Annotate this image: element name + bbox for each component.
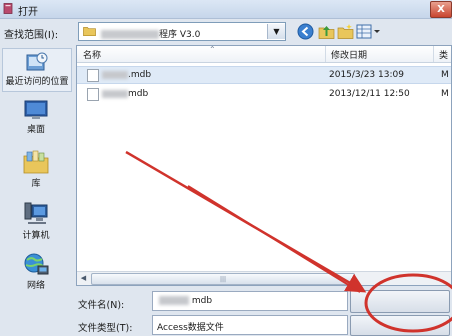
grip-icon: |||: [220, 276, 227, 283]
open-button[interactable]: [350, 290, 450, 313]
file-name: .mdb: [102, 70, 151, 80]
place-library-label: 库: [31, 179, 41, 189]
blurred-text: [101, 30, 159, 39]
places-bar: 最近访问的位置 桌面 库 计算机 网络: [2, 44, 72, 296]
scrollbar-thumb[interactable]: |||: [91, 273, 355, 285]
place-recent-label: 最近访问的位置: [5, 77, 69, 87]
network-icon: [24, 253, 49, 275]
file-icon: [87, 88, 99, 101]
file-name-text: .mdb: [128, 70, 152, 80]
filetype-select[interactable]: Access数据文件: [152, 315, 348, 335]
scroll-left-icon[interactable]: ◀: [78, 273, 89, 284]
back-icon[interactable]: [297, 23, 314, 40]
horizontal-scrollbar[interactable]: ◀ |||: [77, 271, 451, 285]
place-computer[interactable]: 计算机: [2, 202, 70, 241]
folder-icon: [83, 27, 96, 36]
close-button[interactable]: X: [430, 1, 452, 18]
file-date: 2015/3/23 13:09: [329, 70, 404, 80]
title-bar: 打开 X: [0, 0, 452, 19]
place-network-label: 网络: [26, 281, 45, 291]
column-header-type[interactable]: 类: [439, 48, 448, 61]
file-name: mdb: [102, 89, 148, 99]
filetype-value: Access数据文件: [157, 323, 224, 333]
blurred-text: [159, 296, 189, 305]
file-date: 2013/12/11 12:50: [329, 89, 410, 99]
recent-places-icon: [26, 52, 48, 71]
lookin-value: 程序 V3.0: [101, 27, 200, 40]
lookin-label: 查找范围(I):: [4, 30, 59, 41]
column-divider[interactable]: [433, 46, 434, 62]
blurred-text: [102, 89, 128, 98]
file-row[interactable]: .mdb 2015/3/23 13:09 M: [77, 66, 451, 84]
lookin-value-text: 程序 V3.0: [159, 30, 201, 40]
computer-icon: [24, 202, 48, 224]
place-recent[interactable]: 最近访问的位置: [2, 48, 72, 92]
lookin-dropdown[interactable]: 程序 V3.0 ▼: [78, 22, 286, 41]
filename-input[interactable]: mdb: [152, 291, 348, 311]
column-divider[interactable]: [325, 46, 326, 62]
window-title: 打开: [18, 7, 38, 18]
filename-value: mdb: [159, 296, 212, 306]
file-type: M: [441, 70, 449, 80]
place-desktop[interactable]: 桌面: [2, 100, 70, 135]
chevron-down-icon[interactable]: ▼: [267, 24, 285, 39]
place-desktop-label: 桌面: [26, 125, 45, 135]
file-list-header: ⌃ 名称 修改日期 类: [77, 45, 451, 63]
desktop-icon: [24, 100, 48, 119]
file-name-text: mdb: [128, 89, 149, 99]
file-type: M: [441, 89, 449, 99]
app-icon: [3, 3, 13, 14]
sort-arrow-icon: ⌃: [209, 45, 216, 54]
place-network[interactable]: 网络: [2, 252, 70, 291]
place-computer-label: 计算机: [22, 231, 50, 241]
cancel-button[interactable]: [350, 315, 450, 336]
place-library[interactable]: 库: [2, 150, 70, 189]
view-menu-icon[interactable]: [356, 23, 382, 40]
new-folder-icon[interactable]: [337, 23, 354, 40]
library-icon: [23, 150, 49, 174]
up-folder-icon[interactable]: [318, 23, 335, 40]
column-header-date[interactable]: 修改日期: [331, 48, 367, 61]
filename-value-text: mdb: [191, 296, 213, 306]
filetype-label: 文件类型(T):: [78, 323, 133, 334]
file-row[interactable]: mdb 2013/12/11 12:50 M: [77, 86, 451, 102]
file-icon: [87, 69, 99, 82]
blurred-text: [102, 70, 128, 79]
filename-label: 文件名(N):: [78, 300, 125, 311]
file-list[interactable]: ⌃ 名称 修改日期 类 .mdb 2015/3/23 13:09 M mdb 2…: [76, 45, 452, 286]
column-header-name[interactable]: 名称: [83, 48, 101, 61]
